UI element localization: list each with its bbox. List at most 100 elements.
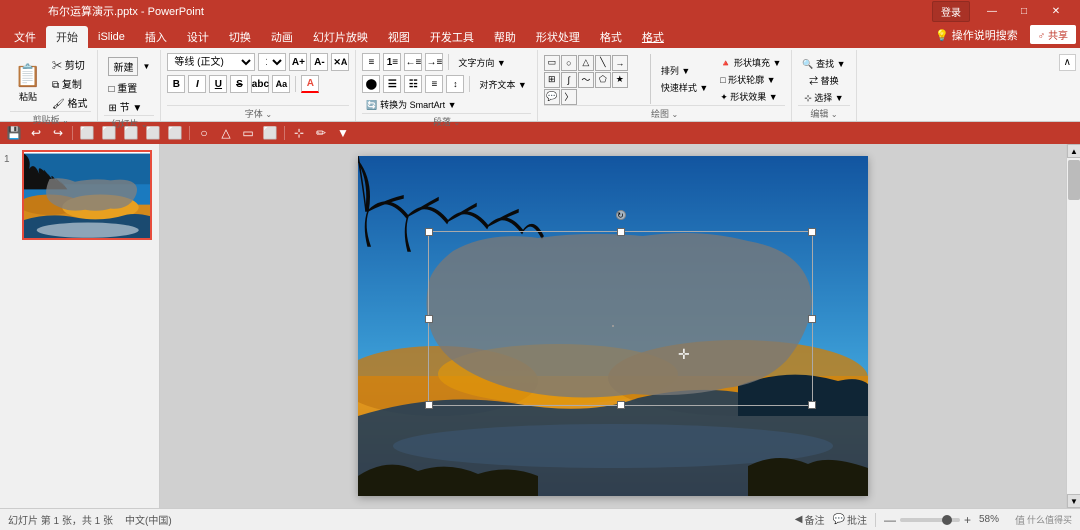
close-button[interactable]: ✕ [1040, 0, 1072, 22]
shadow-button[interactable]: abc [251, 75, 269, 93]
share-button[interactable]: ♂ 共享 [1030, 25, 1076, 44]
maximize-button[interactable]: □ [1008, 0, 1040, 22]
align-right-button[interactable]: ☷ [404, 75, 422, 93]
collapse-ribbon-button[interactable]: ∧ [1059, 50, 1076, 121]
shape-fill-button[interactable]: 🔺 形状填充 ▼ [716, 55, 785, 70]
convert-smartart-button[interactable]: 🔄 转换为 SmartArt ▼ [362, 97, 460, 112]
shape-chevron[interactable]: 〉 [561, 89, 577, 105]
shape-arrow[interactable]: → [612, 55, 628, 71]
tab-islide[interactable]: iSlide [88, 26, 135, 48]
shape-triangle[interactable]: △ [578, 55, 594, 71]
qa-btn8[interactable]: ▭ [238, 123, 258, 143]
zoom-in-button[interactable]: + [964, 513, 971, 527]
font-increase-button[interactable]: A+ [289, 53, 307, 71]
quick-styles-button[interactable]: 快速样式 ▼ [657, 80, 712, 95]
clear-format-button[interactable]: ✕A [331, 53, 349, 71]
new-slide-button[interactable]: 新建 ▼ [104, 56, 154, 77]
qa-btn9[interactable]: ⬜ [260, 123, 280, 143]
tab-shape-processing[interactable]: 形状处理 [526, 26, 590, 48]
tab-help[interactable]: 帮助 [484, 26, 526, 48]
minimize-button[interactable]: — [976, 0, 1008, 22]
shape-pentagon[interactable]: ⬠ [595, 72, 611, 88]
tab-format1[interactable]: 格式 [590, 26, 632, 48]
strikethrough-button[interactable]: S [230, 75, 248, 93]
shape-rect[interactable]: ▭ [544, 55, 560, 71]
qa-btn7[interactable]: △ [216, 123, 236, 143]
qa-btn11[interactable]: ✏ [311, 123, 331, 143]
notes-button[interactable]: ◀备注 [795, 512, 825, 527]
shape-freeform[interactable]: ～ [578, 72, 594, 88]
vertical-scrollbar[interactable]: ▲ ▼ [1066, 144, 1080, 508]
shape-callout[interactable]: 💬 [544, 89, 560, 105]
shape-more[interactable]: ⊞ [544, 72, 560, 88]
tab-animations[interactable]: 动画 [261, 26, 303, 48]
font-color-button[interactable]: A [301, 75, 319, 93]
align-left-button[interactable]: ⬤ [362, 75, 380, 93]
font-decrease-button[interactable]: A- [310, 53, 328, 71]
tab-home[interactable]: 开始 [46, 26, 88, 48]
tab-slideshow[interactable]: 幻灯片放映 [303, 26, 378, 48]
font-size-select[interactable]: 18 [258, 53, 286, 71]
scroll-up-button[interactable]: ▲ [1067, 144, 1080, 158]
align-text-button[interactable]: 对齐文本 ▼ [475, 77, 530, 92]
indent-decrease-button[interactable]: ←≡ [404, 53, 422, 71]
justify-button[interactable]: ≡ [425, 75, 443, 93]
align-center-button[interactable]: ☰ [383, 75, 401, 93]
select-button[interactable]: ⊹ 选择 ▼ [800, 90, 847, 105]
tab-developer[interactable]: 开发工具 [420, 26, 484, 48]
tab-insert[interactable]: 插入 [135, 26, 177, 48]
section-button[interactable]: ⊞ 节 ▼ [104, 98, 154, 115]
qa-btn6[interactable]: ○ [194, 123, 214, 143]
tab-design[interactable]: 设计 [177, 26, 219, 48]
save-qa-button[interactable]: 💾 [4, 123, 24, 143]
underline-button[interactable]: U [209, 75, 227, 93]
shape-effects-button[interactable]: ✦ 形状效果 ▼ [716, 89, 785, 104]
indent-increase-button[interactable]: →≡ [425, 53, 443, 71]
scroll-thumb[interactable] [1068, 160, 1080, 200]
qa-btn2[interactable]: ⬜ [99, 123, 119, 143]
shape-curve[interactable]: ∫ [561, 72, 577, 88]
zoom-level[interactable]: 58% [979, 514, 999, 525]
login-button[interactable]: 登录 [932, 1, 970, 22]
slide-thumbnail-1[interactable] [22, 150, 152, 240]
find-button[interactable]: 🔍 查找 ▼ [798, 56, 849, 71]
undo-button[interactable]: ↩ [26, 123, 46, 143]
replace-button[interactable]: ⇄ 替换 [805, 73, 843, 88]
list-number-button[interactable]: 1≡ [383, 53, 401, 71]
font-case-button[interactable]: Aa [272, 75, 290, 93]
list-bullet-button[interactable]: ≡ [362, 53, 380, 71]
qa-btn5[interactable]: ⬜ [165, 123, 185, 143]
bold-button[interactable]: B [167, 75, 185, 93]
cut-button[interactable]: ✂ 剪切 [48, 56, 91, 73]
line-spacing-button[interactable]: ↕ [446, 75, 464, 93]
qa-btn10[interactable]: ⊹ [289, 123, 309, 143]
zoom-out-button[interactable]: — [884, 513, 896, 527]
arrange-button[interactable]: 排列 ▼ [657, 63, 712, 78]
copy-button[interactable]: ⧉ 复制 [48, 75, 91, 92]
zoom-slider[interactable] [900, 518, 960, 522]
reset-button[interactable]: □ 重置 [104, 79, 154, 96]
comments-button[interactable]: 💬批注 [833, 512, 867, 527]
format-painter-button[interactable]: 🖌 格式 [48, 94, 91, 111]
qa-btn1[interactable]: ⬜ [77, 123, 97, 143]
italic-button[interactable]: I [188, 75, 206, 93]
scroll-down-button[interactable]: ▼ [1067, 494, 1080, 508]
shape-outline-button[interactable]: □ 形状轮廓 ▼ [716, 72, 785, 87]
tab-file[interactable]: 文件 [4, 26, 46, 48]
tab-review[interactable]: 视图 [378, 26, 420, 48]
shape-circle[interactable]: ○ [561, 55, 577, 71]
font-name-select[interactable]: 等线 (正文) [167, 53, 255, 71]
shape-star[interactable]: ★ [612, 72, 628, 88]
tab-transitions[interactable]: 切换 [219, 26, 261, 48]
qa-btn4[interactable]: ⬜ [143, 123, 163, 143]
text-direction-button[interactable]: 文字方向 ▼ [454, 55, 509, 70]
qa-btn12[interactable]: ▼ [333, 123, 353, 143]
shape-line[interactable]: ╲ [595, 55, 611, 71]
paste-button[interactable]: 📋 粘贴 [10, 59, 46, 105]
scroll-track[interactable] [1067, 158, 1080, 494]
redo-button[interactable]: ↪ [48, 123, 68, 143]
qa-btn3[interactable]: ⬜ [121, 123, 141, 143]
tab-format2[interactable]: 格式 [632, 26, 674, 48]
canvas-area[interactable]: ↻ ✛ [160, 144, 1066, 508]
help-search[interactable]: 💡操作说明搜索 [927, 24, 1026, 46]
